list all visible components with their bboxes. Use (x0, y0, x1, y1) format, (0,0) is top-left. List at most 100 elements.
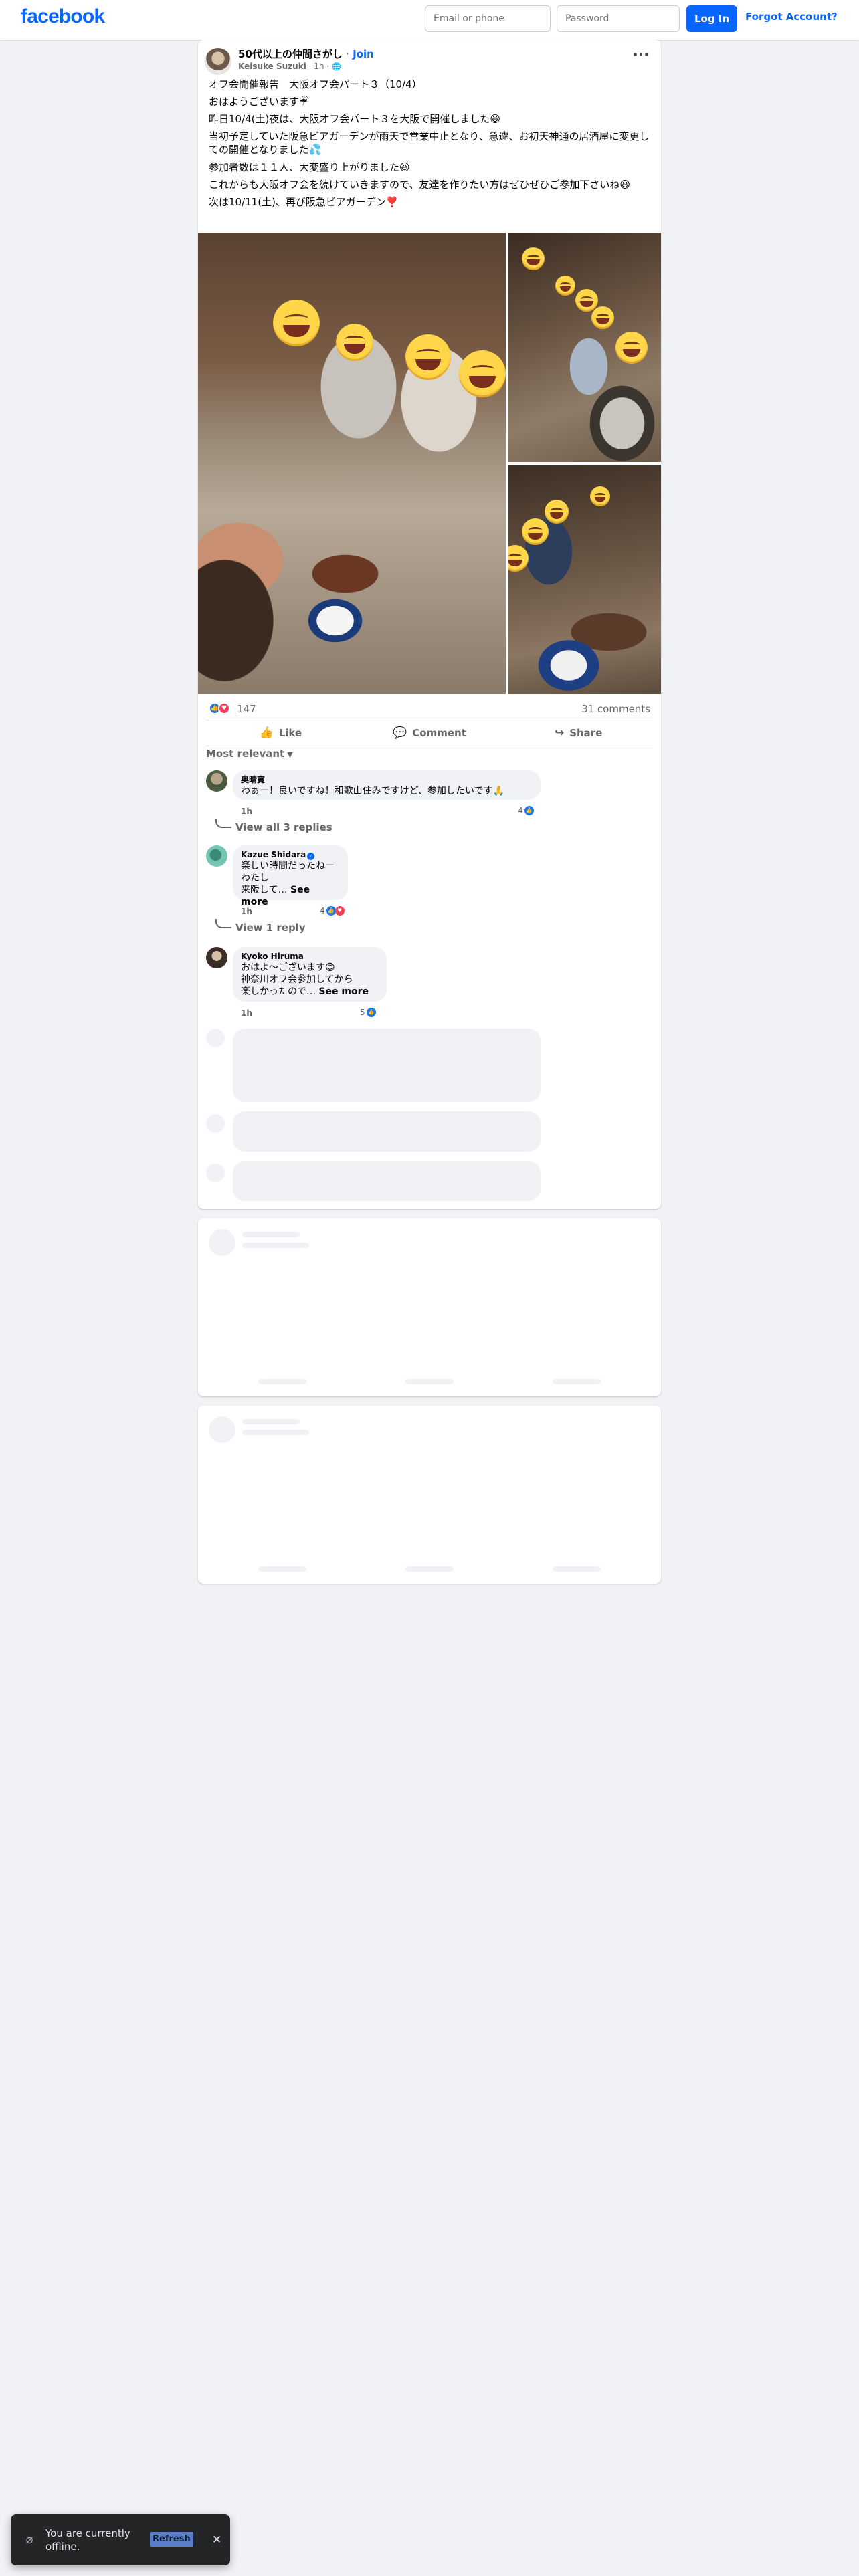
close-icon[interactable]: ✕ (209, 2532, 225, 2548)
post-paragraph: 次は10/11(土)、再び阪急ビアガーデン❣️ (209, 196, 399, 208)
loading-line-placeholder (242, 1419, 300, 1424)
comment-timestamp[interactable]: 1h (241, 807, 252, 816)
emoji-sticker (590, 486, 610, 506)
loading-line-placeholder (405, 1379, 454, 1384)
post-photo[interactable] (508, 465, 661, 694)
view-replies-link[interactable]: View all 3 replies (235, 821, 332, 833)
comment-bubble: Kyoko Hiruma おはよ〜ございます😊 神奈川オフ会参加してから 楽しか… (233, 947, 387, 1002)
comment-item: 奥晴寛 わぁー！良いですね！和歌山住みですけど、参加したいです🙏 1h 4 👍 … (206, 770, 648, 857)
post-card: 50代以上の仲間さがし · Join Keisuke Suzuki · 1h ·… (198, 40, 661, 1209)
loading-post-placeholder (198, 1218, 661, 1396)
post-header-title: 50代以上の仲間さがし · Join (238, 47, 374, 61)
author-name-link[interactable]: Keisuke Suzuki (238, 62, 306, 71)
reaction-count[interactable]: 147 (237, 703, 256, 715)
love-reaction-icon: ♥ (335, 906, 345, 916)
comments-count-link[interactable]: 31 comments (581, 703, 650, 715)
post-paragraph: 当初予定していた阪急ビアガーデンが雨天で営業中止となり、急遽、お初天神通の居酒屋… (209, 130, 650, 156)
post-paragraph: 参加者数は１１人、大変盛り上がりました😆 (209, 161, 410, 173)
forgot-account-link[interactable]: Forgot Account? (745, 11, 838, 23)
comment-reaction-count: 4 (518, 806, 523, 815)
comment-text-line: わたし (241, 873, 269, 883)
loading-post-placeholder (198, 1406, 661, 1584)
loading-comment-placeholder (233, 1029, 541, 1102)
commenter-avatar[interactable] (206, 947, 227, 968)
emoji-sticker (522, 518, 549, 545)
post-meta: Keisuke Suzuki · 1h · 🌐 (238, 62, 341, 71)
comment-bubble: 奥晴寛 わぁー！良いですね！和歌山住みですけど、参加したいです🙏 (233, 770, 541, 800)
commenter-avatar[interactable] (206, 770, 227, 792)
see-more-link[interactable]: See more (318, 986, 369, 997)
commenter-name-link[interactable]: Kyoko Hiruma (241, 951, 379, 962)
facebook-logo[interactable]: facebook (21, 5, 105, 28)
loading-line-placeholder (242, 1430, 309, 1435)
globe-icon: 🌐 (332, 62, 341, 71)
comment-timestamp[interactable]: 1h (241, 1008, 252, 1018)
emoji-sticker (522, 247, 545, 270)
share-button[interactable]: ↪ Share (504, 720, 653, 746)
chevron-down-icon: ▼ (287, 750, 293, 759)
offline-notification: ⌀ You are currently offline. Refresh ✕ (11, 2514, 230, 2565)
loading-avatar-placeholder (209, 1416, 235, 1443)
separator-dot: · (326, 62, 330, 71)
comment-bubble: Kazue Shidara ✓ 楽しい時間だったねー わたし 来阪して… See … (233, 845, 348, 907)
emoji-sticker (508, 545, 529, 572)
verified-badge-icon: ✓ (307, 853, 315, 860)
join-group-button[interactable]: Join (353, 48, 374, 60)
emoji-sticker (575, 289, 598, 312)
post-photo[interactable] (508, 233, 661, 462)
emoji-sticker (273, 300, 320, 346)
top-navigation-bar: facebook Log In Forgot Account? (0, 0, 859, 40)
comment-reactions[interactable]: 4 👍 (518, 806, 534, 815)
share-label: Share (569, 727, 603, 739)
comment-button[interactable]: 💬 Comment (355, 720, 504, 746)
like-reaction-icon: 👍 (524, 806, 534, 815)
login-button[interactable]: Log In (686, 5, 737, 32)
comment-label: Comment (412, 727, 466, 739)
like-reaction-icon: 👍 (366, 1008, 376, 1017)
loading-line-placeholder (242, 1232, 300, 1237)
more-options-icon[interactable]: ··· (630, 48, 652, 70)
emoji-sticker (459, 350, 506, 397)
comment-text-line: 楽しい時間だったねー (241, 861, 335, 871)
reply-connector (215, 919, 231, 928)
post-paragraph: オフ会開催報告 大阪オフ会パート３（10/4） (209, 78, 422, 90)
separator-dot: · (346, 48, 349, 60)
comment-timestamp[interactable]: 1h (241, 907, 252, 916)
comment-item: Kyoko Hiruma おはよ〜ございます😊 神奈川オフ会参加してから 楽しか… (206, 947, 648, 1027)
emoji-sticker (591, 306, 614, 329)
commenter-name-link[interactable]: Kazue Shidara (241, 850, 306, 859)
post-timestamp[interactable]: 1h (314, 62, 324, 71)
loading-line-placeholder (242, 1243, 309, 1248)
post-paragraph: 昨日10/4(土)夜は、大阪オフ会パート３を大阪で開催しました😆 (209, 113, 501, 125)
like-reaction-icon: 👍 (326, 906, 336, 916)
commenter-name-link[interactable]: 奥晴寛 (241, 774, 533, 785)
post-photo[interactable] (198, 233, 506, 694)
comment-text-line: おはよ〜ございます😊 (241, 962, 335, 973)
loading-line-placeholder (405, 1566, 454, 1572)
loading-line-placeholder (553, 1566, 601, 1572)
comment-reactions[interactable]: 5 👍 (360, 1008, 376, 1017)
like-button[interactable]: 👍 Like (206, 720, 355, 746)
group-avatar[interactable] (205, 48, 231, 75)
emoji-sticker (545, 500, 569, 524)
refresh-button[interactable]: Refresh (150, 2532, 193, 2547)
comment-text-line: 来阪して… (241, 885, 288, 895)
email-field[interactable] (425, 5, 551, 32)
comment-reaction-count: 4 (320, 906, 325, 916)
commenter-avatar[interactable] (206, 845, 227, 867)
emoji-sticker (336, 324, 373, 361)
password-field[interactable] (557, 5, 680, 32)
group-name-link[interactable]: 50代以上の仲間さがし (238, 48, 343, 60)
reply-connector (215, 819, 231, 828)
commenter-name: Kazue Shidara ✓ (241, 849, 340, 860)
post-paragraph: これからも大阪オフ会を続けていきますので、友達を作りたい方はぜひぜひご参加下さい… (209, 179, 631, 191)
comment-text-line: 楽しかったので… (241, 986, 316, 997)
comment-sort-dropdown[interactable]: Most relevant ▼ (206, 748, 293, 760)
reaction-icons[interactable]: 👍 ♥ (209, 702, 235, 716)
view-replies-link[interactable]: View 1 reply (235, 922, 306, 934)
comment-bubble-icon: 💬 (393, 726, 407, 740)
loading-line-placeholder (258, 1379, 306, 1384)
emoji-sticker (555, 276, 575, 296)
comment-reactions[interactable]: 4 👍 ♥ (320, 906, 345, 916)
loading-line-placeholder (258, 1566, 306, 1572)
